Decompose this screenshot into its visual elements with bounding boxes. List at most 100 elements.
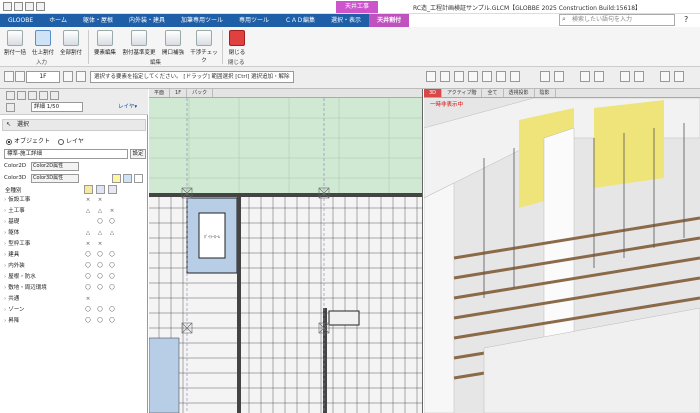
visibility-mark[interactable]: 〇 [108, 272, 116, 282]
visibility-mark[interactable]: 〇 [108, 316, 116, 326]
undo-icon[interactable] [25, 2, 34, 11]
ribbon-tab[interactable]: GLOOBE [0, 14, 42, 27]
scale-select[interactable]: 詳細 1/50 [31, 102, 83, 112]
app-menu-icon[interactable] [3, 2, 12, 11]
floor-select[interactable]: 1F [26, 71, 60, 83]
chevron-right-icon[interactable]: › [4, 285, 6, 291]
pick-icon[interactable] [108, 185, 117, 194]
view-tool-icon[interactable] [426, 71, 436, 82]
ribbon-tab[interactable]: 内外装・建具 [120, 14, 173, 27]
chevron-right-icon[interactable]: › [4, 219, 6, 225]
3d-view[interactable]: 3D アクティブ階 全て 透視投影 陰影 一時非表示中 [424, 89, 700, 413]
floor-up-icon[interactable] [63, 71, 73, 82]
zoom-all-icon[interactable] [510, 71, 520, 82]
chevron-right-icon[interactable]: › [4, 296, 6, 302]
filter-icon[interactable] [76, 71, 86, 82]
active-floor-tab[interactable]: アクティブ階 [442, 89, 483, 97]
chevron-right-icon[interactable]: › [4, 274, 6, 280]
edit-element-button[interactable]: 要素編集 [92, 30, 118, 56]
category-row[interactable]: › 躯体 △ △ △ [4, 228, 144, 238]
bulb-icon[interactable] [112, 174, 121, 183]
visibility-mark[interactable]: 〇 [96, 261, 104, 271]
color3d-select[interactable]: Color3D属性 [31, 174, 79, 183]
snap-x-icon[interactable] [6, 91, 15, 100]
category-row[interactable]: › 仮設工事 × × [4, 195, 144, 205]
category-row[interactable]: › ゾーン〇〇〇 [4, 305, 144, 315]
opening-reinforce-button[interactable]: 開口補強 [160, 30, 186, 56]
search-input[interactable]: 検索したい語句を入力 [559, 14, 675, 26]
ribbon-tab[interactable]: 加筆専用ツール [173, 14, 232, 27]
radio-object[interactable]: オブジェクト [6, 136, 50, 145]
visibility-mark[interactable]: 〇 [96, 283, 104, 293]
redo-icon[interactable] [36, 2, 45, 11]
help-icon[interactable]: ? [684, 15, 688, 24]
ribbon-tab[interactable]: ホーム [41, 14, 75, 27]
visibility-mark[interactable]: 〇 [96, 217, 104, 227]
camera-icon[interactable] [674, 71, 684, 82]
pointer-icon[interactable] [4, 71, 14, 82]
filter-vision-icon[interactable] [134, 174, 143, 183]
category-row[interactable]: › 共通 × [4, 294, 144, 304]
floor-down-icon[interactable] [15, 71, 25, 82]
walk-icon[interactable] [554, 71, 564, 82]
render-icon[interactable] [660, 71, 670, 82]
category-row[interactable]: › 昇降〇〇〇 [4, 316, 144, 326]
visibility-mark[interactable]: 〇 [108, 261, 116, 271]
pen-icon[interactable] [39, 91, 48, 100]
ribbon-tab[interactable]: 躯体・屋根 [74, 14, 121, 27]
visibility-mark[interactable]: △ [84, 228, 92, 238]
visibility-mark[interactable]: 〇 [84, 305, 92, 315]
snap-point-icon[interactable] [17, 91, 26, 100]
standard-select[interactable]: 標準-施工詳細 [4, 149, 128, 159]
snap-icon[interactable] [454, 71, 464, 82]
interference-check-button[interactable]: 干渉チェック [188, 30, 220, 64]
visibility-mark[interactable]: 〇 [96, 316, 104, 326]
select-section-header[interactable]: 選択 [2, 119, 146, 131]
visibility-mark[interactable]: 〇 [96, 250, 104, 260]
plan-tab[interactable]: 平面 [149, 89, 171, 97]
visibility-mark[interactable]: 〇 [108, 283, 116, 293]
visibility-mark[interactable]: 〇 [84, 316, 92, 326]
full-allocate-button[interactable]: 全部割付 [58, 30, 84, 56]
view-mode-icon[interactable] [6, 103, 15, 112]
chevron-right-icon[interactable]: › [4, 318, 6, 324]
category-row[interactable]: › 屋根・防水〇〇〇 [4, 272, 144, 282]
visibility-mark[interactable]: △ [108, 228, 116, 238]
zoom-icon[interactable] [496, 71, 506, 82]
pack-tab[interactable]: パック [187, 89, 214, 97]
orbit-icon[interactable] [468, 71, 478, 82]
chevron-right-icon[interactable]: › [4, 230, 6, 236]
ribbon-tab[interactable]: 専用ツール [231, 14, 278, 27]
color-icon[interactable] [634, 71, 644, 82]
visibility-icon[interactable] [84, 185, 93, 194]
category-row[interactable]: › 建具〇〇〇 [4, 250, 144, 260]
perspective-tab[interactable]: 透視投影 [504, 89, 535, 97]
change-base-button[interactable]: 割付基準変更 [122, 30, 156, 56]
category-row[interactable]: › 基礎 〇〇 [4, 217, 144, 227]
visibility-mark[interactable]: × [96, 239, 104, 249]
ribbon-tab[interactable]: 選択・表示 [323, 14, 370, 27]
ribbon-tab[interactable]: ＣＡＤ編集 [277, 14, 324, 27]
category-row[interactable]: › 内外装〇〇〇 [4, 261, 144, 271]
visibility-mark[interactable]: 〇 [108, 217, 116, 227]
lock-icon[interactable] [96, 185, 105, 194]
visibility-mark[interactable]: 〇 [84, 283, 92, 293]
edge-icon[interactable] [50, 91, 59, 100]
category-row[interactable]: › 土工事 △ △ × [4, 206, 144, 216]
visibility-mark[interactable]: × [108, 206, 116, 216]
line-icon[interactable] [28, 91, 37, 100]
category-row[interactable]: › 型枠工事 × × [4, 239, 144, 249]
shade-tab[interactable]: 陰影 [535, 89, 556, 97]
visibility-mark[interactable]: 〇 [84, 250, 92, 260]
visibility-mark[interactable]: × [84, 195, 92, 205]
settings-button[interactable]: 設定 [130, 149, 146, 159]
layer-button[interactable]: レイヤ▾ [118, 102, 137, 110]
chevron-right-icon[interactable]: › [4, 252, 6, 258]
layer-view-icon[interactable] [123, 174, 132, 183]
visibility-mark[interactable]: 〇 [84, 261, 92, 271]
close-button[interactable]: 閉じる [224, 30, 250, 56]
all-tab[interactable]: 全て [482, 89, 504, 97]
visibility-mark[interactable]: △ [96, 228, 104, 238]
grid-icon[interactable] [440, 71, 450, 82]
floor-tab[interactable]: 1F [170, 89, 188, 97]
